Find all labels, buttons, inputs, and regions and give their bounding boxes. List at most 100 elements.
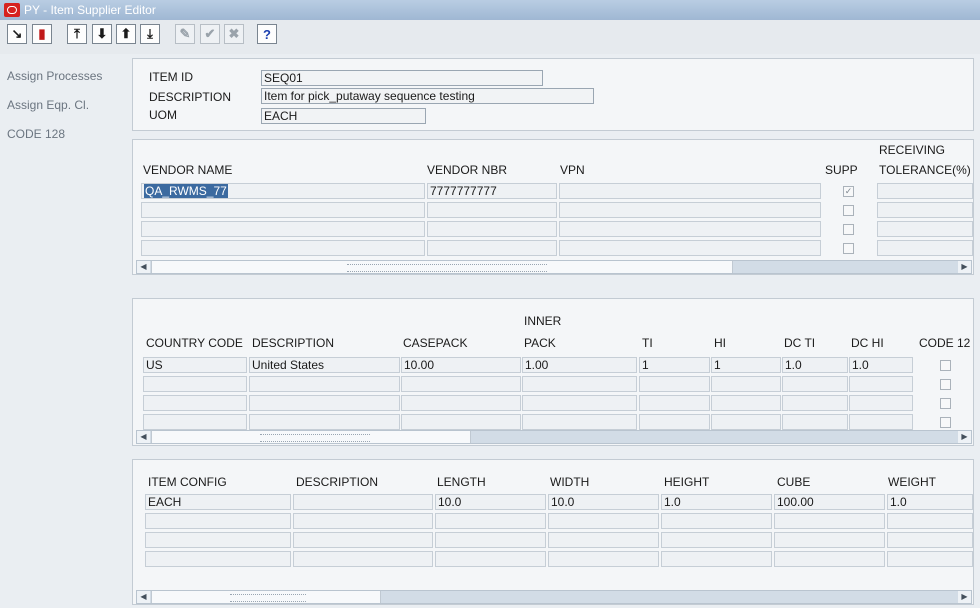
last-record-button[interactable]: ⤓: [140, 24, 160, 44]
item-config-cell[interactable]: [145, 551, 291, 567]
config-desc-cell[interactable]: [293, 532, 433, 548]
scroll-left-icon[interactable]: ◀: [137, 261, 150, 273]
edit-button[interactable]: ✎: [175, 24, 195, 44]
vendor-nbr-cell[interactable]: [427, 202, 557, 218]
dc-ti-cell[interactable]: [782, 376, 848, 392]
weight-cell[interactable]: [887, 551, 973, 567]
width-cell[interactable]: [548, 532, 659, 548]
vendor-horizontal-scrollbar[interactable]: ◀ ▶: [136, 260, 972, 274]
code128-checkbox[interactable]: [940, 360, 951, 371]
scroll-thumb[interactable]: [151, 431, 471, 443]
vendor-name-cell[interactable]: QA_RWMS_77: [141, 183, 425, 199]
scroll-thumb[interactable]: [151, 591, 381, 603]
vpn-cell[interactable]: [559, 240, 821, 256]
hi-cell[interactable]: [711, 395, 781, 411]
item-config-cell[interactable]: [145, 513, 291, 529]
vpn-cell[interactable]: [559, 202, 821, 218]
country-desc-cell[interactable]: [249, 395, 400, 411]
help-button[interactable]: ?: [257, 24, 277, 44]
inner-pack-cell[interactable]: [522, 376, 637, 392]
scroll-left-icon[interactable]: ◀: [137, 431, 150, 443]
config-desc-cell[interactable]: [293, 551, 433, 567]
country-desc-cell[interactable]: [249, 414, 400, 430]
vendor-nbr-cell[interactable]: [427, 240, 557, 256]
vendor-name-cell[interactable]: [141, 240, 425, 256]
casepack-cell[interactable]: [401, 376, 521, 392]
sidebar-item-code-128[interactable]: CODE 128: [7, 127, 65, 141]
tolerance-cell[interactable]: [877, 240, 973, 256]
config-desc-cell[interactable]: [293, 513, 433, 529]
previous-record-button[interactable]: ⬆: [116, 24, 136, 44]
tolerance-cell[interactable]: [877, 183, 973, 199]
code128-checkbox[interactable]: [940, 398, 951, 409]
dc-hi-cell[interactable]: [849, 414, 913, 430]
casepack-cell[interactable]: 10.00: [401, 357, 521, 373]
ti-cell[interactable]: 1: [639, 357, 710, 373]
exit-button[interactable]: ▮: [32, 24, 52, 44]
weight-cell[interactable]: [887, 513, 973, 529]
casepack-cell[interactable]: [401, 414, 521, 430]
ok-button[interactable]: ✔: [200, 24, 220, 44]
hi-cell[interactable]: [711, 414, 781, 430]
dc-hi-cell[interactable]: 1.0: [849, 357, 913, 373]
casepack-cell[interactable]: [401, 395, 521, 411]
country-code-cell[interactable]: [143, 414, 247, 430]
supp-checkbox[interactable]: [843, 243, 854, 254]
supp-checkbox[interactable]: [843, 224, 854, 235]
code128-checkbox[interactable]: [940, 379, 951, 390]
length-cell[interactable]: [435, 513, 546, 529]
vendor-name-cell[interactable]: [141, 221, 425, 237]
width-cell[interactable]: [548, 513, 659, 529]
height-cell[interactable]: [661, 513, 772, 529]
inner-pack-cell[interactable]: [522, 395, 637, 411]
hi-cell[interactable]: 1: [711, 357, 781, 373]
width-cell[interactable]: [548, 551, 659, 567]
dc-ti-cell[interactable]: [782, 414, 848, 430]
supp-checkbox[interactable]: [843, 205, 854, 216]
inner-pack-cell[interactable]: 1.00: [522, 357, 637, 373]
first-record-button[interactable]: ⤒: [67, 24, 87, 44]
scroll-right-icon[interactable]: ▶: [958, 261, 971, 273]
uom-field[interactable]: EACH: [261, 108, 426, 124]
country-desc-cell[interactable]: United States: [249, 357, 400, 373]
scroll-right-icon[interactable]: ▶: [958, 591, 971, 603]
next-record-button[interactable]: ⬇: [92, 24, 112, 44]
cube-cell[interactable]: 100.00: [774, 494, 885, 510]
weight-cell[interactable]: [887, 532, 973, 548]
inner-pack-cell[interactable]: [522, 414, 637, 430]
sidebar-item-assign-eqp-cl[interactable]: Assign Eqp. Cl.: [7, 98, 89, 112]
country-code-cell[interactable]: [143, 376, 247, 392]
length-cell[interactable]: [435, 532, 546, 548]
dc-ti-cell[interactable]: 1.0: [782, 357, 848, 373]
width-cell[interactable]: 10.0: [548, 494, 659, 510]
height-cell[interactable]: [661, 532, 772, 548]
tolerance-cell[interactable]: [877, 202, 973, 218]
ti-cell[interactable]: [639, 414, 710, 430]
country-code-cell[interactable]: US: [143, 357, 247, 373]
dc-hi-cell[interactable]: [849, 376, 913, 392]
scroll-thumb[interactable]: [151, 261, 733, 273]
item-config-cell[interactable]: EACH: [145, 494, 291, 510]
tolerance-cell[interactable]: [877, 221, 973, 237]
length-cell[interactable]: [435, 551, 546, 567]
description-field[interactable]: Item for pick_putaway sequence testing: [261, 88, 594, 104]
country-horizontal-scrollbar[interactable]: ◀ ▶: [136, 430, 972, 444]
dc-hi-cell[interactable]: [849, 395, 913, 411]
vpn-cell[interactable]: [559, 183, 821, 199]
code128-checkbox[interactable]: [940, 417, 951, 428]
scroll-left-icon[interactable]: ◀: [137, 591, 150, 603]
length-cell[interactable]: 10.0: [435, 494, 546, 510]
country-code-cell[interactable]: [143, 395, 247, 411]
config-horizontal-scrollbar[interactable]: ◀ ▶: [136, 590, 972, 604]
item-config-cell[interactable]: [145, 532, 291, 548]
dc-ti-cell[interactable]: [782, 395, 848, 411]
supp-checkbox[interactable]: ✓: [843, 186, 854, 197]
cube-cell[interactable]: [774, 532, 885, 548]
config-desc-cell[interactable]: [293, 494, 433, 510]
sidebar-item-assign-processes[interactable]: Assign Processes: [7, 69, 102, 83]
vendor-name-cell[interactable]: [141, 202, 425, 218]
cube-cell[interactable]: [774, 551, 885, 567]
select-button[interactable]: ↘: [7, 24, 27, 44]
weight-cell[interactable]: 1.0: [887, 494, 973, 510]
vpn-cell[interactable]: [559, 221, 821, 237]
